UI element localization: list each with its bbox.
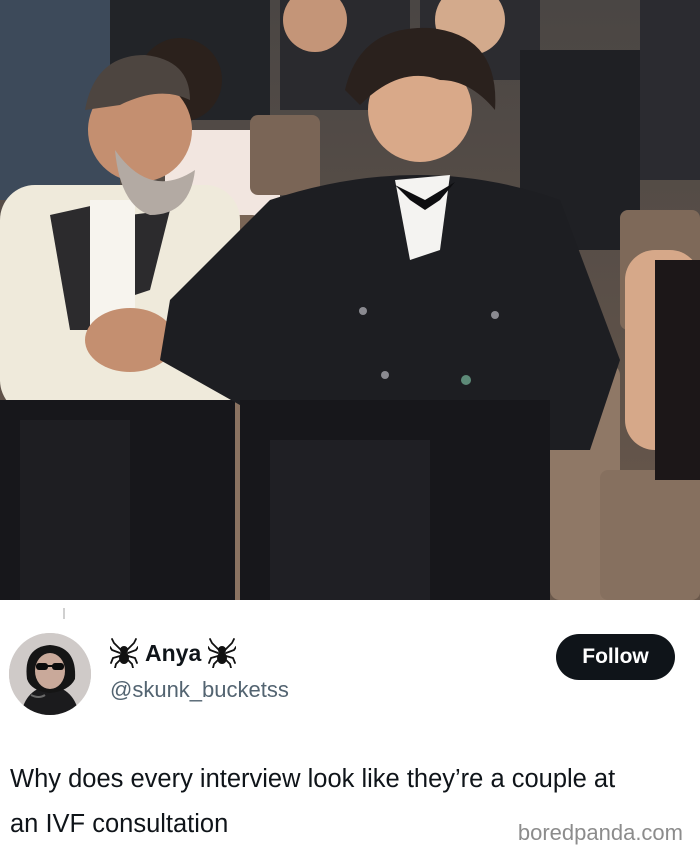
tweet-card: Anya @skunk_bucketss Follow Why does eve…: [0, 600, 700, 859]
spider-icon: [110, 638, 138, 668]
meme-page: Anya @skunk_bucketss Follow Why does eve…: [0, 0, 700, 859]
spider-icon: [208, 638, 237, 668]
avatar[interactable]: [9, 633, 91, 715]
display-name[interactable]: Anya: [145, 640, 201, 667]
thread-line: [63, 608, 65, 619]
watermark: boredpanda.com: [517, 820, 683, 845]
name-row: Anya: [110, 638, 237, 668]
user-handle[interactable]: @skunk_bucketss: [110, 677, 289, 703]
follow-button[interactable]: Follow: [556, 634, 675, 680]
event-photo: [0, 0, 700, 600]
